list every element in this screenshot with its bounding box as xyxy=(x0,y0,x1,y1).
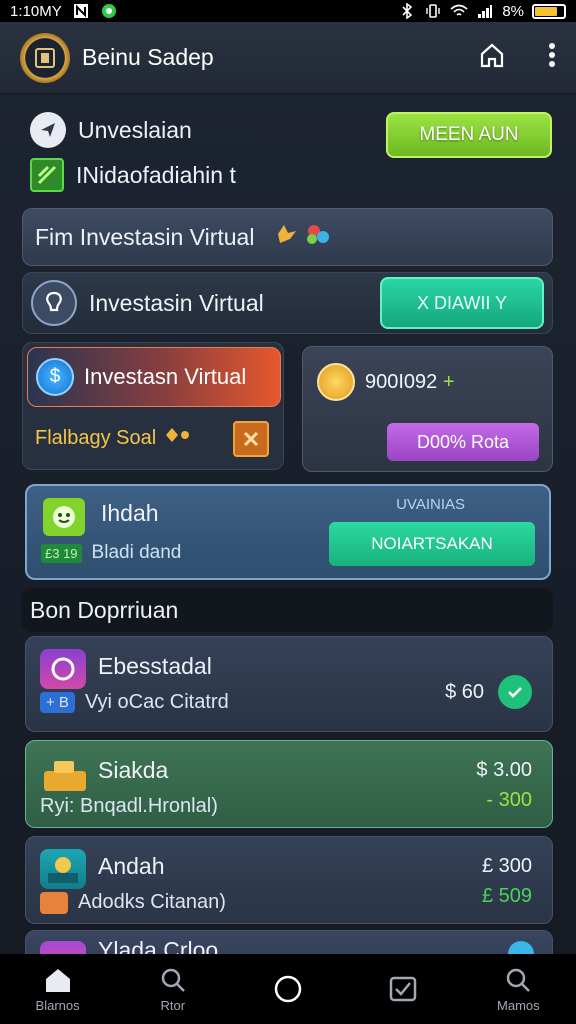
coin-plus-sign: + xyxy=(442,371,455,393)
transaction-amount-row: $ 60 xyxy=(445,675,532,709)
bottom-nav: Blarnos Rtor Mamos xyxy=(0,954,576,1024)
transaction-row[interactable]: Siakda Ryi: Bnqadl.Hronlal) $ 3.00 - 300 xyxy=(25,740,553,828)
fim-investment-card[interactable]: Fim Investasin Virtual xyxy=(22,208,553,266)
transaction-amount: $ 60 xyxy=(445,680,484,703)
transaction-subtitle: Adodks Citanan) xyxy=(78,891,226,913)
lightbulb-icon xyxy=(31,280,77,326)
status-bar: 1:10MY 8% xyxy=(0,0,576,22)
check-icon xyxy=(498,675,532,709)
rate-button[interactable]: D00% Rota xyxy=(387,423,539,461)
gem-icon xyxy=(164,425,190,451)
transaction-title: Ylada Crloo xyxy=(98,937,219,954)
info-line: INidaofadiahin t xyxy=(30,158,554,192)
soal-line: Flalbagy Soal xyxy=(35,425,190,451)
transaction-title: Andah xyxy=(98,853,165,879)
battery-percent: 8% xyxy=(502,2,524,20)
orange-tag-icon xyxy=(40,891,68,914)
notification-n-icon xyxy=(72,3,90,19)
coin-amount-value: 900I092 xyxy=(365,371,438,393)
virtual-investment-title: Investasin Virtual xyxy=(89,289,264,316)
coin-balance-card[interactable]: 900I092 + D00% Rota xyxy=(302,346,553,472)
indah-subtitle: Bladi dand xyxy=(91,542,182,563)
search-icon xyxy=(507,968,531,992)
transaction-subtitle: Ryi: Bnqadl.Hronlal) xyxy=(40,795,218,817)
transaction-row[interactable]: Andah Adodks Citanan) £ 300 £ 509 xyxy=(25,836,553,924)
transaction-subtitle-row: + B Vyi oCac Citatrd xyxy=(40,691,229,714)
investment-label: Unveslaian xyxy=(78,116,192,143)
gold-bar-icon xyxy=(40,753,86,793)
home-icon[interactable] xyxy=(478,41,506,74)
transaction-title: Siakda xyxy=(98,757,169,783)
indah-subtitle-row: £3 19 Bladi dand xyxy=(41,542,181,564)
primary-action-button[interactable]: MEEN AUN xyxy=(386,112,552,158)
more-menu-icon[interactable] xyxy=(548,41,556,74)
transaction-subtitle-row: Adodks Citanan) xyxy=(40,891,226,914)
red-investment-pill[interactable]: $ Investasn Virtual xyxy=(27,347,281,407)
indah-title: Ihdah xyxy=(101,500,159,526)
status-time: 1:10MY xyxy=(10,2,62,20)
checkbox-icon xyxy=(389,976,417,1002)
nav-label: Rtor xyxy=(160,997,186,1013)
transaction-row[interactable]: Ylada Crloo xyxy=(25,930,553,954)
transaction-subtitle-row: Ryi: Bnqadl.Hronlal) xyxy=(40,795,218,818)
gift-box-icon xyxy=(40,849,86,889)
main-content: Unveslaian INidaofadiahin t MEEN AUN Fim… xyxy=(0,94,576,954)
nav-label: Mamos xyxy=(497,997,540,1013)
indah-badge: £3 19 xyxy=(41,543,82,563)
nav-home-button[interactable] xyxy=(243,974,333,1004)
transaction-row[interactable]: Ebesstadal + B Vyi oCac Citatrd $ 60 xyxy=(25,636,553,732)
nav-search[interactable]: Rtor xyxy=(128,966,218,1013)
transaction-amount: £ 300 xyxy=(481,855,532,877)
smiley-face-icon xyxy=(43,498,85,536)
transaction-change: - 300 xyxy=(486,789,532,811)
crossed-tools-icon[interactable] xyxy=(233,421,269,457)
vibrate-icon xyxy=(424,3,442,19)
app-title: Beinu Sadep xyxy=(82,44,214,70)
send-arrow-icon xyxy=(30,112,66,148)
nav-tasks[interactable] xyxy=(358,975,448,1003)
fim-investment-title: Fim Investasin Virtual xyxy=(35,223,255,250)
transaction-subtitle: Vyi oCac Citatrd xyxy=(84,691,229,713)
virtual-investment-card[interactable]: Investasin Virtual X DIAWII Y xyxy=(22,272,553,334)
nav-home[interactable]: Blarnos xyxy=(13,966,103,1013)
search-icon xyxy=(161,968,185,992)
bluetooth-icon xyxy=(398,3,416,19)
whatsapp-icon xyxy=(100,3,118,19)
wifi-icon xyxy=(450,3,468,19)
home-icon xyxy=(45,968,70,992)
transaction-title: Ebesstadal xyxy=(98,653,212,679)
soal-label: Flalbagy Soal xyxy=(35,426,157,449)
coin-amount: 900I092 + xyxy=(365,371,455,394)
battery-icon xyxy=(532,3,566,19)
purple-app-icon xyxy=(40,649,86,689)
chart-icon xyxy=(30,158,64,192)
app-logo[interactable] xyxy=(20,32,70,83)
gold-coin-icon xyxy=(317,363,355,401)
red-investment-title: Investasn Virtual xyxy=(84,364,247,389)
transaction-amount: $ 3.00 xyxy=(476,759,532,781)
nav-label: Blarnos xyxy=(35,997,80,1013)
circle-home-icon xyxy=(274,975,302,1003)
nav-search-2[interactable]: Mamos xyxy=(473,966,563,1013)
decor-sparkle-icon xyxy=(268,219,338,255)
section-heading: Bon Doprriuan xyxy=(22,588,553,632)
info-label: INidaofadiahin t xyxy=(76,161,236,188)
indah-action-button[interactable]: NOIARTSAKAN xyxy=(329,522,535,566)
indah-status-label: UVAINIAS xyxy=(396,496,465,513)
dollar-coin-icon: $ xyxy=(36,358,74,396)
transaction-change: £ 509 xyxy=(481,885,532,907)
signal-icon xyxy=(476,3,494,19)
status-dot-icon xyxy=(508,941,534,954)
indah-card[interactable]: Ihdah £3 19 Bladi dand UVAINIAS NOIARTSA… xyxy=(25,484,551,580)
virtual-action-button[interactable]: X DIAWII Y xyxy=(380,277,544,329)
battery-level-fill xyxy=(535,6,557,16)
top-info-row: Unveslaian INidaofadiahin t MEEN AUN xyxy=(30,112,554,204)
transaction-badge: + B xyxy=(40,692,75,713)
purple-app-icon xyxy=(40,941,86,954)
red-investment-card[interactable]: $ Investasn Virtual Flalbagy Soal xyxy=(22,342,284,470)
app-bar: Beinu Sadep xyxy=(0,22,576,94)
